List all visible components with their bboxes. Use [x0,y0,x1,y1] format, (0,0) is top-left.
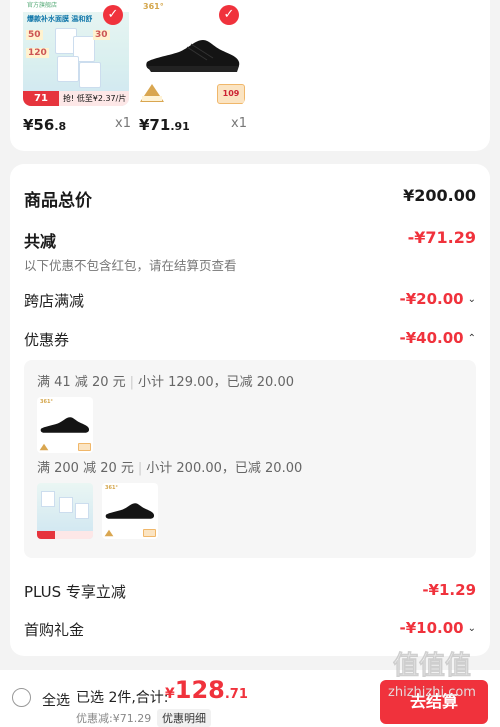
total-label: 商品总价 [24,191,92,211]
product-box [75,503,89,519]
pack-count: 50 [26,30,43,40]
product-box [41,491,55,507]
first-buy-label: 首购礼金 [24,621,85,639]
product-box [57,56,79,82]
promo-badge-icon [104,529,114,537]
product-image-shoe[interactable]: 361° 109 ✓ [139,0,245,106]
product-item-shoe[interactable]: 361° 109 ✓ ¥71.91 x1 [139,0,247,134]
pack-count: 120 [26,48,49,58]
coupon-detail-panel: 满 41 减 20 元 | 小计 129.00，已减 20.00 361° 满 20… [24,360,476,558]
coupon-label: 优惠券 [24,331,70,349]
radio-icon[interactable] [12,688,31,707]
discount-detail-button[interactable]: 优惠明细 [157,709,211,727]
check-icon[interactable]: ✓ [103,5,123,25]
shoe-image [40,417,90,433]
promo-badge-icon [39,443,49,451]
check-icon[interactable]: ✓ [219,5,239,25]
chevron-down-icon: ⌄ [467,294,476,305]
plus-label: PLUS 专享立减 [24,583,126,601]
plus-value: -¥1.29 [422,581,476,599]
tag-text: 抢! 低至¥2.37/片 [63,94,127,103]
price-tag [78,443,91,451]
total-price: ¥128.71 [165,676,248,704]
watermark-logo: 值值值 zhizhizhi.com [388,651,476,701]
product-box [79,62,101,88]
price-tag-bar: 71 抢! 低至¥2.37/片 [23,91,129,106]
coupon-product-thumb[interactable] [37,483,93,539]
discount-text: 优惠减:¥71.29 [76,712,152,725]
tag-price: 71 [23,91,59,106]
product-box [59,497,73,513]
brand-logo: 361° [105,485,118,491]
chevron-down-icon: ⌄ [467,623,476,634]
tag-price: 109 [217,84,245,104]
product-item-mask[interactable]: 官方旗舰店 爆款补水面膜 温和舒 50 120 30 71 抢! 低至¥2.37… [23,0,131,134]
coupon-rule-line: 满 200 减 20 元 | 小计 200.00，已减 20.00 [37,461,303,476]
first-buy-value[interactable]: -¥10.00 ⌄ [400,619,477,637]
reduce-note: 以下优惠不包含红包，请在结算页查看 [24,258,237,273]
product-price: ¥71.91 [139,116,190,134]
coupon-rule-line: 满 41 减 20 元 | 小计 129.00，已减 20.00 [37,375,294,390]
brand-logo: 361° [40,399,53,405]
product-slogan: 爆款补水面膜 温和舒 [27,15,93,23]
cart-products-card: 官方旗舰店 爆款补水面膜 温和舒 50 120 30 71 抢! 低至¥2.37… [10,0,490,151]
select-all-label[interactable]: 全选 [42,690,70,710]
promo-badge-icon [140,84,164,102]
reduce-label: 共减 [24,232,57,251]
selected-count: 已选 2件,合计: [76,690,169,706]
shoe-image [146,40,240,72]
price-tag-bar [37,531,93,539]
pack-count: 30 [93,30,110,40]
price-tag [143,529,156,537]
reduce-value: -¥71.29 [407,228,476,247]
product-quantity: x1 [115,116,131,131]
brand-logo: 361° [143,2,164,11]
svg-text:值值值: 值值值 [393,651,471,681]
coupon-value[interactable]: -¥40.00 ⌃ [400,329,477,347]
coupon-product-thumb[interactable]: 361° [37,397,93,453]
product-quantity: x1 [231,116,247,131]
coupon-product-thumb[interactable]: 361° [102,483,158,539]
price-summary-card: 商品总价 ¥200.00 共减 -¥71.29 以下优惠不包含红包，请在结算页查… [10,164,490,656]
shoe-image [105,503,155,519]
product-image-mask[interactable]: 官方旗舰店 爆款补水面膜 温和舒 50 120 30 71 抢! 低至¥2.37… [23,0,129,106]
product-price: ¥56.8 [23,116,67,134]
total-value: ¥200.00 [403,186,476,205]
chevron-up-icon: ⌃ [467,333,476,344]
cross-store-value[interactable]: -¥20.00 ⌄ [400,290,477,308]
cross-store-label: 跨店满减 [24,292,85,310]
svg-text:zhizhizhi.com: zhizhizhi.com [388,685,476,700]
